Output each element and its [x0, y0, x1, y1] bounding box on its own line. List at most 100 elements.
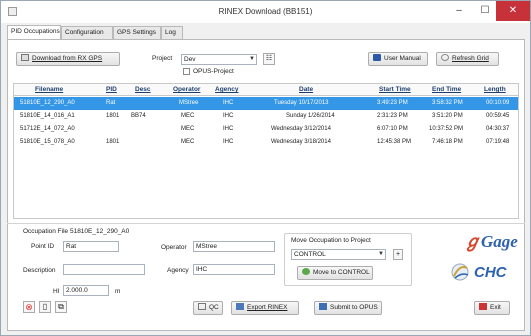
cell-operator: MEC: [181, 139, 195, 145]
move-project-select[interactable]: CONTROL ▼: [291, 249, 386, 260]
col-date[interactable]: Date: [299, 86, 313, 93]
cell-filename: 51712E_14_072_A0: [20, 126, 75, 132]
cell-agency: IHC: [223, 126, 234, 132]
book-icon: [373, 54, 381, 61]
chevron-down-icon: ▼: [249, 56, 255, 62]
qc-icon: [198, 303, 206, 310]
cell-desc: BB74: [131, 113, 146, 119]
operator-field[interactable]: MStree: [193, 241, 275, 252]
point-id-label: Point ID: [31, 243, 55, 250]
cell-end-time: 10:37:52 PM: [429, 126, 464, 132]
submit-opus-button[interactable]: Submit to OPUS: [314, 301, 382, 315]
submit-opus-label: Submit to OPUS: [330, 304, 378, 311]
cell-end-time: 3:58:32 PM: [432, 100, 463, 106]
move-project-value: CONTROL: [294, 251, 326, 258]
cell-filename: 51810E_14_016_A1: [20, 113, 75, 119]
cell-agency: IHC: [223, 139, 234, 145]
col-start-time[interactable]: Start Time: [379, 86, 411, 93]
col-filename[interactable]: Filename: [35, 86, 63, 93]
col-desc[interactable]: Desc: [135, 86, 151, 93]
export-rinex-button[interactable]: Export RINEX: [231, 301, 299, 315]
user-manual-button[interactable]: User Manual: [368, 52, 428, 66]
cell-start-time: 3:49:23 PM: [377, 100, 408, 106]
cell-date: Wednesday 3/18/2014: [271, 139, 331, 145]
cell-length: 04:30:37: [486, 126, 510, 132]
col-pid[interactable]: PID: [106, 86, 117, 93]
cell-end-time: 3:51:20 PM: [432, 113, 463, 119]
occupation-file-label: Occupation File 51810E_12_290_A0: [23, 228, 130, 235]
project-label: Project: [152, 55, 173, 62]
gage-logo-text: Gage: [481, 232, 518, 251]
move-to-control-button[interactable]: Move to CONTROL: [297, 266, 373, 280]
cell-end-time: 7:46:18 PM: [432, 139, 463, 145]
refresh-icon: [441, 54, 449, 61]
cell-start-time: 12:45:38 PM: [377, 139, 412, 145]
hi-unit: m: [115, 288, 121, 295]
maximize-button[interactable]: ☐: [472, 1, 498, 21]
title-bar: RINEX Download (BB151) – ☐ ✕: [1, 1, 530, 23]
occupations-table[interactable]: Filename PID Desc Operator Agency Date S…: [13, 83, 519, 219]
tab-log[interactable]: Log: [161, 26, 183, 39]
add-project-button[interactable]: +: [393, 249, 403, 260]
table-row[interactable]: 51810E_15_078_A0 1801 MEC IHC Wednesday …: [14, 136, 518, 149]
delete-icon[interactable]: ⊗: [23, 301, 35, 313]
cell-pid: 1801: [106, 113, 120, 119]
submit-icon: [319, 303, 327, 310]
cell-start-time: 2:31:23 PM: [377, 113, 408, 119]
project-settings-icon[interactable]: ☷: [263, 53, 275, 65]
refresh-grid-label: Refresh Grid: [452, 55, 489, 62]
cell-operator: MEC: [181, 126, 195, 132]
hi-label: HI: [53, 288, 60, 295]
move-to-control-label: Move to CONTROL: [313, 269, 370, 276]
tab-configuration[interactable]: Configuration: [61, 26, 113, 39]
opus-projects-checkbox[interactable]: [183, 68, 190, 75]
table-row[interactable]: 51810E_12_290_A0 Rat MStree IHC Tuesday …: [14, 97, 518, 110]
description-field[interactable]: [63, 264, 145, 275]
qc-label: QC: [209, 304, 219, 311]
exit-button[interactable]: Exit: [474, 301, 510, 315]
col-end-time[interactable]: End Time: [432, 86, 461, 93]
qc-button[interactable]: QC: [193, 301, 223, 315]
move-group-title: Move Occupation to Project: [291, 237, 371, 244]
opus-projects-label: OPUS-Project: [193, 68, 234, 75]
gage-logo: ℊGage: [464, 232, 518, 251]
col-operator[interactable]: Operator: [173, 86, 200, 93]
download-icon: [21, 54, 29, 61]
app-window: RINEX Download (BB151) – ☐ ✕ PID Occupat…: [0, 0, 531, 336]
cell-agency: IHC: [223, 113, 234, 119]
tab-pid-occupations[interactable]: PID Occupations: [7, 25, 61, 39]
hi-field[interactable]: 2.000.0: [63, 285, 109, 296]
move-icon: [302, 268, 310, 275]
project-select[interactable]: Dev ▼: [181, 54, 257, 65]
cell-length: 07:19:48: [486, 139, 510, 145]
table-row[interactable]: 51712E_14_072_A0 MEC IHC Wednesday 3/12/…: [14, 123, 518, 136]
cell-date: Wednesday 3/12/2014: [271, 126, 331, 132]
agency-label: Agency: [167, 267, 189, 274]
cell-operator: MEC: [181, 113, 195, 119]
document-icon[interactable]: ▯: [39, 301, 51, 313]
minimize-button[interactable]: –: [446, 1, 472, 21]
col-length[interactable]: Length: [484, 86, 506, 93]
cell-filename: 51810E_15_078_A0: [20, 139, 75, 145]
agency-field[interactable]: IHC: [193, 264, 275, 275]
divider: [7, 223, 525, 224]
point-id-field[interactable]: Rat: [63, 241, 119, 252]
close-button[interactable]: ✕: [496, 1, 530, 21]
download-button[interactable]: Download from RX GPS: [16, 52, 120, 66]
chc-logo: CHC: [451, 263, 508, 281]
cell-agency: IHC: [223, 100, 234, 106]
col-agency[interactable]: Agency: [215, 86, 238, 93]
cell-operator: MStree: [179, 100, 199, 106]
cell-date: Sunday 1/26/2014: [286, 113, 335, 119]
tab-gps-settings[interactable]: GPS Settings: [113, 26, 161, 39]
cell-pid: Rat: [106, 100, 116, 106]
table-row[interactable]: 51810E_14_016_A1 1801 BB74 MEC IHC Sunda…: [14, 110, 518, 123]
operator-label: Operator: [161, 244, 187, 251]
project-select-value: Dev: [184, 56, 196, 63]
export-icon: [236, 303, 244, 310]
copy-icon[interactable]: ⧉: [55, 301, 67, 313]
export-rinex-label: Export RINEX: [247, 304, 288, 311]
refresh-grid-button[interactable]: Refresh Grid: [436, 52, 499, 66]
chc-logo-text: CHC: [474, 264, 508, 281]
chc-globe-icon: [451, 263, 469, 281]
